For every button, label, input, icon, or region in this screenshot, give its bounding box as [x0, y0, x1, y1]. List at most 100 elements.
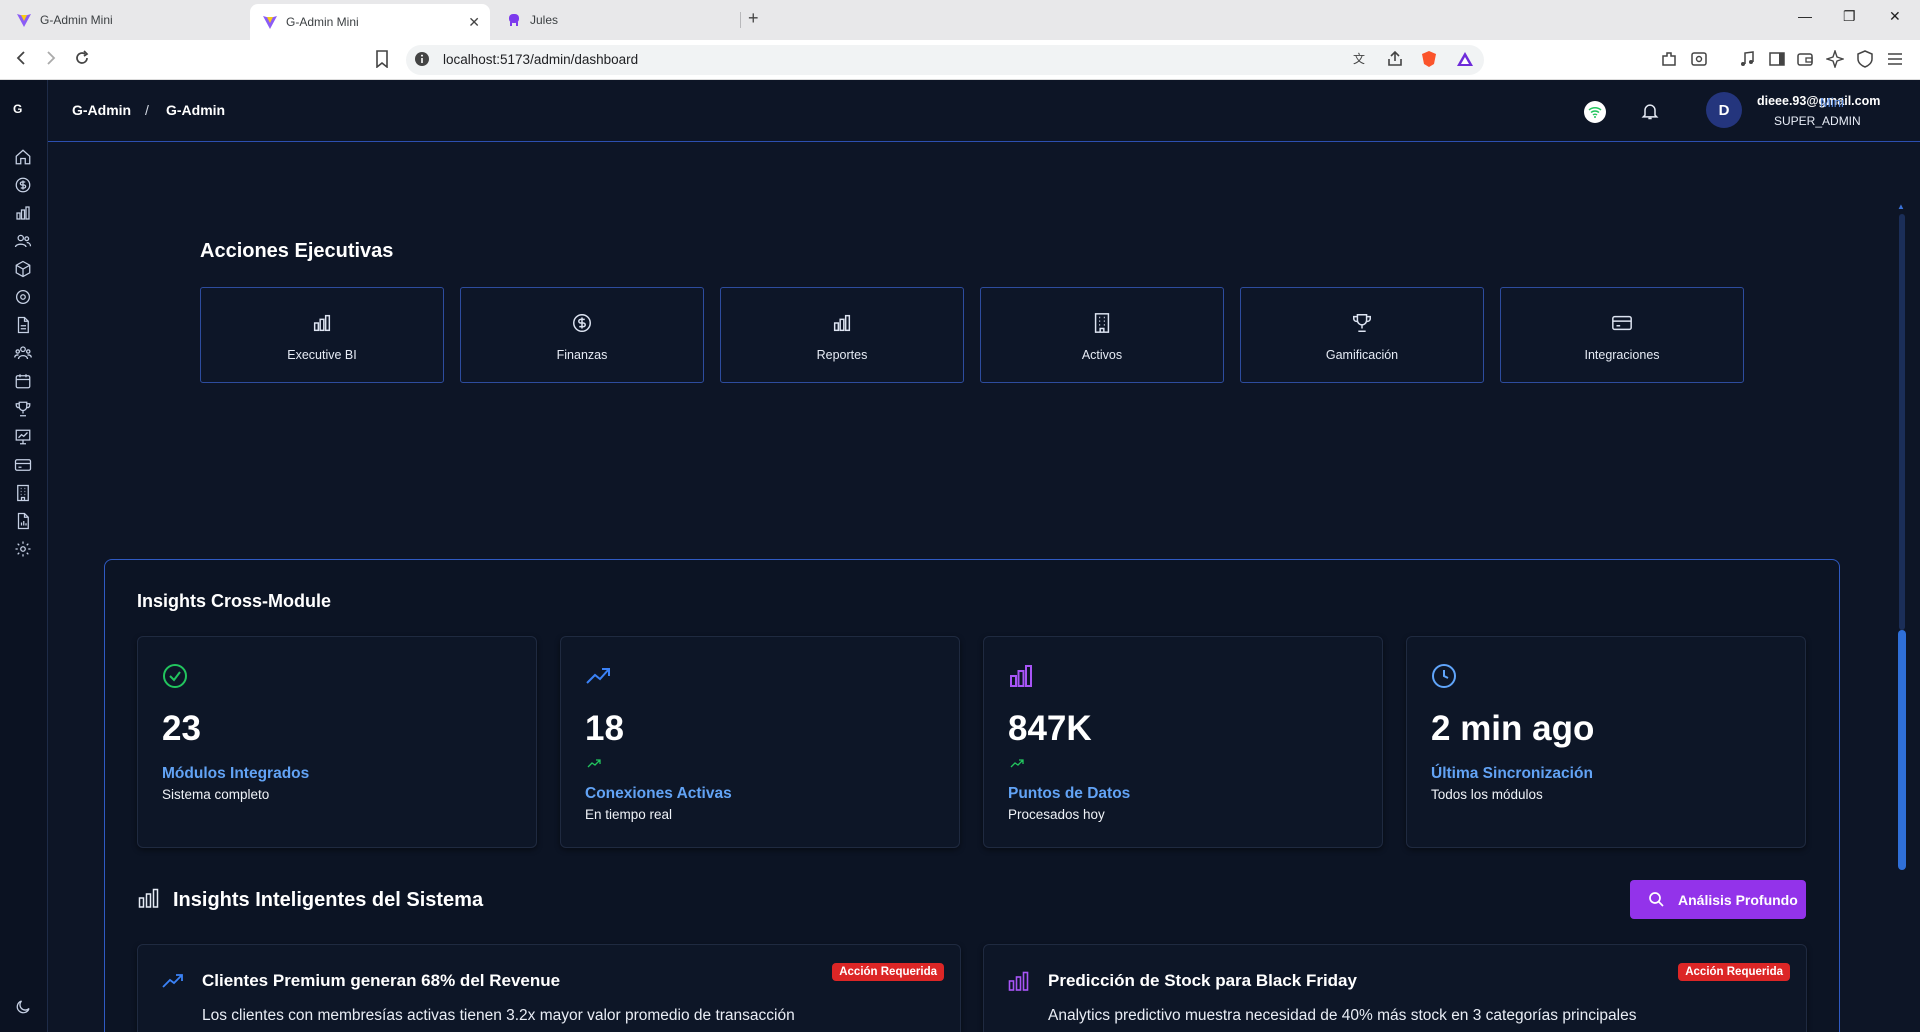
bar-chart-icon: [1008, 663, 1034, 689]
smart-insights-title: Insights Inteligentes del Sistema: [173, 889, 484, 911]
browser-tab-active[interactable]: G-Admin Mini ✕: [250, 4, 490, 40]
dollar-icon: [571, 312, 593, 334]
insights-title: Insights Cross-Module: [137, 591, 332, 611]
action-required-badge: Acción Requerida: [832, 963, 944, 981]
stat-label: Conexiones Activas: [585, 785, 732, 802]
action-label: Finanzas: [556, 348, 608, 362]
overlay-title: Mini: [1820, 95, 1844, 110]
avatar[interactable]: D: [1706, 92, 1742, 128]
vite-logo-icon: [16, 12, 32, 28]
action-finanzas[interactable]: Finanzas: [460, 287, 704, 383]
bar-chart-icon: [138, 888, 159, 908]
new-tab-icon[interactable]: +: [748, 8, 759, 29]
jules-logo-icon: [506, 12, 522, 28]
dark-mode-moon-icon[interactable]: [14, 998, 32, 1016]
stat-card-connections: 18 Conexiones Activas En tiempo real: [560, 636, 960, 848]
action-label: Activos: [1081, 348, 1123, 362]
minimize-icon[interactable]: —: [1798, 8, 1812, 24]
bookmark-icon[interactable]: [374, 50, 392, 69]
users-icon[interactable]: [14, 232, 32, 250]
settings-icon[interactable]: [14, 540, 32, 558]
forward-icon[interactable]: [44, 50, 58, 71]
action-activos[interactable]: Activos: [980, 287, 1224, 383]
brave-rewards-icon[interactable]: [1456, 50, 1474, 68]
stat-sub: Procesados hoy: [1008, 807, 1105, 822]
calendar-icon[interactable]: [14, 372, 32, 390]
extensions-icon[interactable]: [1660, 50, 1678, 68]
action-label: Gamificación: [1325, 348, 1399, 362]
trending-up-icon: [585, 663, 611, 689]
action-label: Reportes: [816, 348, 868, 362]
scroll-up-arrow-icon[interactable]: ▲: [1897, 202, 1905, 211]
close-icon[interactable]: ✕: [468, 14, 480, 31]
insight-description: Los clientes con membresías activas tien…: [202, 1007, 795, 1024]
bar-chart-icon: [1008, 971, 1030, 991]
breadcrumb-current[interactable]: G-Admin: [166, 102, 225, 118]
section-title-actions: Acciones Ejecutivas: [200, 240, 394, 262]
tab-title: Jules: [530, 13, 559, 27]
scrollbar-thumb[interactable]: [1898, 630, 1906, 870]
sidebar-toggle-icon[interactable]: [1768, 50, 1786, 68]
action-gamificacion[interactable]: Gamificación: [1240, 287, 1484, 383]
browser-tab[interactable]: Jules: [494, 4, 738, 36]
media-icon[interactable]: [1738, 50, 1756, 68]
trend-up-icon: [587, 755, 601, 768]
insight-card-stock[interactable]: Predicción de Stock para Black Friday Ac…: [983, 944, 1807, 1032]
tab-title: G-Admin Mini: [286, 15, 359, 29]
browser-tab[interactable]: G-Admin Mini: [4, 4, 248, 36]
stat-sub: Sistema completo: [162, 787, 270, 802]
stat-sub: En tiempo real: [585, 807, 673, 822]
dollar-icon[interactable]: [14, 176, 32, 194]
action-integraciones[interactable]: Integraciones: [1500, 287, 1744, 383]
trophy-icon: [1351, 312, 1373, 334]
tab-search-icon[interactable]: [1690, 50, 1708, 68]
building-icon: [1091, 312, 1113, 334]
vpn-shield-icon[interactable]: [1856, 50, 1874, 68]
stat-sub: Todos los módulos: [1431, 787, 1543, 802]
brave-shield-icon[interactable]: [1420, 50, 1438, 68]
reload-icon[interactable]: [74, 50, 90, 71]
insight-title: Clientes Premium generan 68% del Revenue: [202, 971, 561, 990]
clock-icon: [1431, 663, 1457, 689]
connection-status-icon[interactable]: [1584, 101, 1606, 123]
action-executive-bi[interactable]: Executive BI: [200, 287, 444, 383]
restore-icon[interactable]: ❐: [1843, 8, 1856, 25]
breadcrumb-root[interactable]: G-Admin: [72, 102, 131, 118]
back-icon[interactable]: [14, 50, 28, 71]
check-circle-icon: [162, 663, 188, 689]
home-icon[interactable]: [14, 148, 32, 166]
tab-separator: [740, 12, 741, 28]
close-window-icon[interactable]: ✕: [1889, 8, 1901, 25]
action-required-badge: Acción Requerida: [1678, 963, 1790, 981]
presentation-chart-icon[interactable]: [14, 428, 32, 446]
share-icon[interactable]: [1386, 50, 1404, 68]
action-reportes[interactable]: Reportes: [720, 287, 964, 383]
building-icon[interactable]: [14, 484, 32, 502]
deep-analysis-button[interactable]: Análisis Profundo: [1630, 880, 1806, 919]
app-sidebar: G: [0, 80, 48, 1032]
report-file-icon[interactable]: [14, 512, 32, 530]
credit-card-icon[interactable]: [14, 456, 32, 474]
stat-label: Puntos de Datos: [1008, 785, 1131, 802]
trophy-icon[interactable]: [14, 400, 32, 418]
search-icon: [1648, 891, 1664, 907]
wallet-icon[interactable]: [1796, 50, 1814, 68]
scrollbar-track[interactable]: [1899, 214, 1905, 630]
insight-card-premium[interactable]: Clientes Premium generan 68% del Revenue…: [137, 944, 961, 1032]
site-info-icon[interactable]: [414, 51, 432, 69]
team-icon[interactable]: [14, 344, 32, 362]
translate-icon[interactable]: 文: [1352, 50, 1370, 68]
user-email: dieee.93@gmail.com: [1757, 94, 1881, 108]
settings-cog-icon[interactable]: [14, 288, 32, 306]
stat-label: Última Sincronización: [1431, 765, 1593, 782]
app-logo: G: [13, 102, 23, 116]
bar-chart-icon[interactable]: [14, 204, 32, 222]
menu-icon[interactable]: [1886, 50, 1904, 68]
document-icon[interactable]: [14, 316, 32, 334]
deep-analysis-label: Análisis Profundo: [1678, 891, 1798, 908]
smart-insights-header: [138, 888, 160, 914]
trending-up-icon: [162, 971, 184, 991]
bell-icon[interactable]: [1640, 101, 1660, 121]
leo-ai-icon[interactable]: [1824, 48, 1846, 70]
box-icon[interactable]: [14, 260, 32, 278]
